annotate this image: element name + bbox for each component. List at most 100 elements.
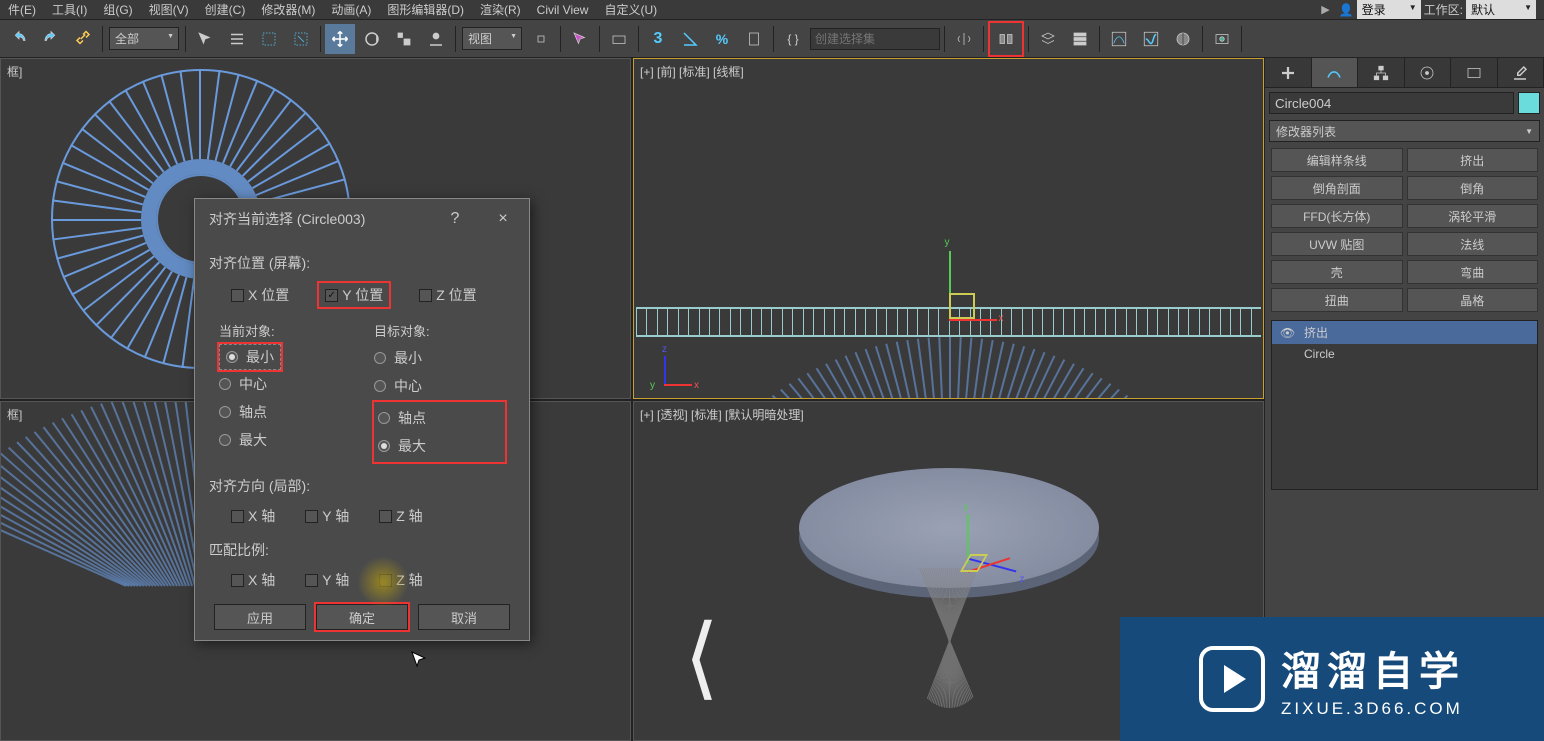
link-button[interactable]	[68, 24, 98, 54]
x-position-checkbox[interactable]: X 位置	[231, 283, 289, 307]
y-axis-orient-checkbox[interactable]: Y 轴	[305, 506, 349, 526]
normal-button[interactable]: 法线	[1407, 232, 1539, 256]
twist-button[interactable]: 扭曲	[1271, 288, 1403, 312]
chamfer-profile-button[interactable]: 倒角剖面	[1271, 176, 1403, 200]
shell-button[interactable]: 壳	[1271, 260, 1403, 284]
display-tab[interactable]	[1451, 58, 1498, 87]
object-name-input[interactable]	[1269, 92, 1514, 114]
snap-toggle-button[interactable]: 3	[643, 24, 673, 54]
menu-customize[interactable]: 自定义(U)	[596, 0, 665, 19]
select-and-scale-button[interactable]	[389, 24, 419, 54]
select-and-move-button[interactable]	[325, 24, 355, 54]
create-tab[interactable]	[1265, 58, 1312, 87]
spinner-snap-button[interactable]	[739, 24, 769, 54]
z-position-checkbox[interactable]: Z 位置	[419, 283, 476, 307]
lattice-button[interactable]: 晶格	[1407, 288, 1539, 312]
dialog-titlebar[interactable]: 对齐当前选择 (Circle003) ? ×	[195, 199, 529, 239]
toggle-ribbon-button[interactable]	[1065, 24, 1095, 54]
scroll-right-icon[interactable]: ▶	[1317, 3, 1333, 16]
visibility-icon[interactable]: 👁	[1280, 326, 1294, 340]
percent-snap-button[interactable]: %	[707, 24, 737, 54]
chamfer-button[interactable]: 倒角	[1407, 176, 1539, 200]
reference-coord-dropdown[interactable]: 视图	[462, 27, 522, 50]
z-axis-scale-checkbox[interactable]: Z 轴	[379, 570, 422, 590]
use-pivot-center-button[interactable]	[526, 24, 556, 54]
modifier-list-dropdown[interactable]: 修改器列表	[1269, 120, 1540, 142]
named-selection-input[interactable]	[810, 28, 940, 50]
select-and-rotate-button[interactable]	[357, 24, 387, 54]
align-button[interactable]	[991, 24, 1021, 54]
layer-explorer-button[interactable]	[1033, 24, 1063, 54]
cancel-button[interactable]: 取消	[418, 604, 510, 630]
x-axis-orient-checkbox[interactable]: X 轴	[231, 506, 275, 526]
login-dropdown[interactable]: 登录	[1357, 0, 1421, 19]
schematic-view-button[interactable]	[1136, 24, 1166, 54]
undo-button[interactable]	[4, 24, 34, 54]
menu-file[interactable]: 件(E)	[0, 0, 44, 19]
turbosmooth-button[interactable]: 涡轮平滑	[1407, 204, 1539, 228]
rectangular-selection-button[interactable]	[254, 24, 284, 54]
viewport-label-br[interactable]: [+] [透视] [标准] [默认明暗处理]	[640, 406, 804, 423]
selection-filter-dropdown[interactable]: 全部	[109, 27, 179, 50]
target-pivot-radio[interactable]: 轴点	[378, 404, 501, 432]
object-color-swatch[interactable]	[1518, 92, 1540, 114]
motion-tab[interactable]	[1405, 58, 1452, 87]
menu-rendering[interactable]: 渲染(R)	[472, 0, 529, 19]
workspace-dropdown[interactable]: 默认	[1466, 0, 1536, 19]
ok-button[interactable]: 确定	[316, 604, 408, 630]
utilities-tab[interactable]	[1498, 58, 1544, 87]
current-pivot-radio[interactable]: 轴点	[219, 398, 350, 426]
menu-views[interactable]: 视图(V)	[141, 0, 197, 19]
modify-tab[interactable]	[1312, 58, 1359, 87]
keyboard-shortcut-button[interactable]	[604, 24, 634, 54]
current-min-radio[interactable]: 最小	[219, 344, 281, 370]
viewport-front[interactable]: [+] [前] [标准] [线框] document.write(Array.f…	[633, 58, 1264, 399]
stack-item-extrude[interactable]: 👁 挤出	[1272, 321, 1537, 344]
z-axis-orient-checkbox[interactable]: Z 轴	[379, 506, 422, 526]
stack-item-circle[interactable]: Circle	[1272, 344, 1537, 364]
viewport-label-tl[interactable]: 框]	[7, 63, 22, 80]
curve-editor-button[interactable]	[1104, 24, 1134, 54]
render-setup-button[interactable]	[1207, 24, 1237, 54]
dialog-help-button[interactable]: ?	[443, 210, 467, 228]
radio-icon	[219, 406, 231, 418]
menu-create[interactable]: 创建(C)	[197, 0, 254, 19]
y-position-checkbox[interactable]: Y 位置	[319, 283, 389, 307]
y-axis-scale-checkbox[interactable]: Y 轴	[305, 570, 349, 590]
select-and-place-button[interactable]	[421, 24, 451, 54]
current-center-radio[interactable]: 中心	[219, 370, 350, 398]
window-crossing-button[interactable]	[286, 24, 316, 54]
angle-snap-button[interactable]	[675, 24, 705, 54]
edit-spline-button[interactable]: 编辑样条线	[1271, 148, 1403, 172]
x-axis-scale-checkbox[interactable]: X 轴	[231, 570, 275, 590]
current-max-radio[interactable]: 最大	[219, 426, 350, 454]
edit-named-selection-button[interactable]: { }	[778, 24, 808, 54]
viewport-label-bl[interactable]: 框]	[7, 406, 22, 423]
current-object-label: 当前对象:	[219, 321, 350, 340]
menu-modifiers[interactable]: 修改器(M)	[253, 0, 323, 19]
menu-tools[interactable]: 工具(I)	[44, 0, 95, 19]
target-min-radio[interactable]: 最小	[374, 344, 505, 372]
align-position-group-label: 对齐位置 (屏幕):	[209, 253, 515, 273]
viewport-label-tr[interactable]: [+] [前] [标准] [线框]	[640, 63, 744, 80]
dialog-close-button[interactable]: ×	[491, 210, 515, 228]
apply-button[interactable]: 应用	[214, 604, 306, 630]
target-max-radio[interactable]: 最大	[378, 432, 501, 460]
select-object-button[interactable]	[190, 24, 220, 54]
redo-button[interactable]	[36, 24, 66, 54]
target-center-radio[interactable]: 中心	[374, 372, 505, 400]
modifier-stack[interactable]: 👁 挤出 Circle	[1271, 320, 1538, 490]
menu-civil-view[interactable]: Civil View	[529, 0, 597, 19]
ffd-box-button[interactable]: FFD(长方体)	[1271, 204, 1403, 228]
uvw-map-button[interactable]: UVW 贴图	[1271, 232, 1403, 256]
extrude-button[interactable]: 挤出	[1407, 148, 1539, 172]
hierarchy-tab[interactable]	[1358, 58, 1405, 87]
bend-button[interactable]: 弯曲	[1407, 260, 1539, 284]
select-by-name-button[interactable]	[222, 24, 252, 54]
menu-graph-editors[interactable]: 图形编辑器(D)	[379, 0, 472, 19]
mirror-button[interactable]	[949, 24, 979, 54]
select-manipulate-button[interactable]	[565, 24, 595, 54]
menu-group[interactable]: 组(G)	[95, 0, 140, 19]
menu-animation[interactable]: 动画(A)	[323, 0, 379, 19]
material-editor-button[interactable]	[1168, 24, 1198, 54]
